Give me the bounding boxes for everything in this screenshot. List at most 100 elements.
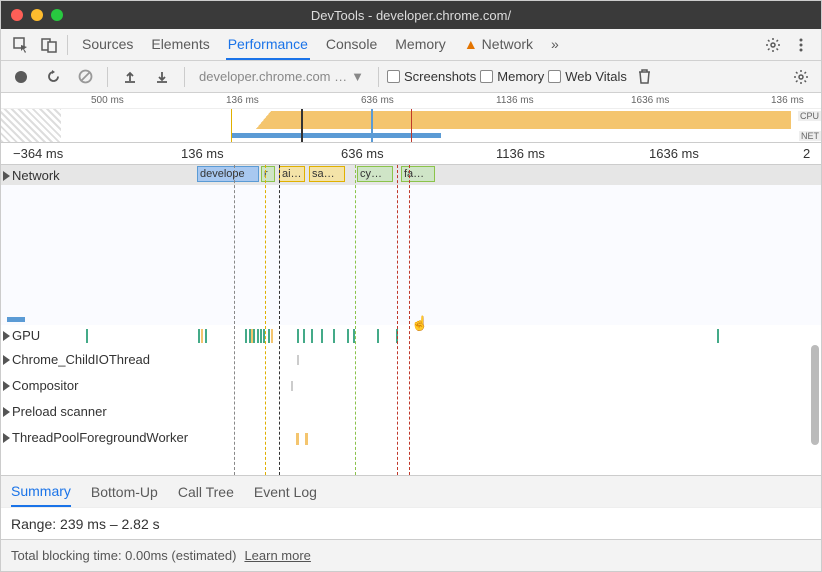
memory-checkbox[interactable]: Memory (480, 69, 544, 84)
warning-icon: ▲ (464, 36, 478, 52)
ruler-tick: 136 ms (181, 146, 224, 161)
gpu-tick (333, 329, 335, 343)
clear-button[interactable] (71, 63, 99, 91)
capture-settings-gear-icon[interactable] (787, 63, 815, 91)
overview-pre-record (1, 109, 61, 142)
record-button[interactable] (7, 63, 35, 91)
gpu-tick (86, 329, 88, 343)
reload-record-button[interactable] (39, 63, 67, 91)
network-request-segment[interactable]: fa… (401, 166, 435, 182)
overview-tick: 136 ms (771, 95, 804, 106)
range-summary: Range: 239 ms – 2.82 s (1, 507, 821, 539)
window-titlebar: DevTools - developer.chrome.com/ (1, 1, 821, 29)
network-request-segment[interactable]: sa… (309, 166, 345, 182)
call-tree-tab[interactable]: Call Tree (178, 478, 234, 506)
gc-trash-icon[interactable] (631, 63, 659, 91)
flame-ruler[interactable]: −364 ms 136 ms 636 ms 1136 ms 1636 ms 2 (1, 143, 821, 165)
details-tabbar: Summary Bottom-Up Call Tree Event Log (1, 475, 821, 507)
settings-gear-icon[interactable] (759, 31, 787, 59)
tab-performance[interactable]: Performance (226, 30, 310, 60)
vertical-scrollbar[interactable] (811, 345, 819, 445)
divider (67, 35, 68, 55)
cpu-label: CPU (798, 111, 821, 121)
network-request-segment[interactable]: cy… (357, 166, 393, 182)
gpu-tick (717, 329, 719, 343)
tab-memory[interactable]: Memory (393, 30, 448, 59)
range-text: Range: 239 ms – 2.82 s (11, 516, 160, 532)
overview-tick: 136 ms (226, 95, 259, 106)
ruler-tick: 1636 ms (649, 146, 699, 161)
threadpool-row[interactable]: ThreadPoolForegroundWorker (1, 427, 821, 453)
network-request-segment[interactable]: develope (197, 166, 259, 182)
network-row[interactable]: Network developerai…sa… cy… fa… (1, 165, 821, 185)
summary-tab[interactable]: Summary (11, 477, 71, 507)
checkbox-icon (548, 70, 561, 83)
overview-tick: 1136 ms (496, 95, 534, 106)
timeline-marker-line (279, 165, 280, 475)
disclosure-triangle-icon[interactable] (3, 331, 10, 341)
gpu-tick (321, 329, 323, 343)
disclosure-triangle-icon[interactable] (3, 407, 10, 417)
profile-selector[interactable]: developer.chrome.com … ▼ (193, 67, 370, 86)
compositor-row[interactable]: Compositor (1, 375, 821, 401)
preload-scanner-row[interactable]: Preload scanner (1, 401, 821, 427)
screenshots-checkbox[interactable]: Screenshots (387, 69, 476, 84)
network-track[interactable]: developerai…sa… cy… fa… (1, 165, 821, 185)
row-header[interactable]: Chrome_ChildIOThread (3, 352, 150, 367)
row-label: GPU (12, 328, 40, 343)
upload-profile-icon[interactable] (116, 63, 144, 91)
disclosure-triangle-icon[interactable] (3, 355, 10, 365)
gpu-tick (268, 329, 270, 343)
row-label: Chrome_ChildIOThread (12, 352, 150, 367)
overview-tick: 500 ms (91, 95, 124, 106)
timeline-marker-line (355, 165, 356, 475)
row-label: Network (12, 168, 60, 183)
more-tabs-icon[interactable]: » (549, 30, 561, 59)
disclosure-triangle-icon[interactable] (3, 171, 10, 181)
device-toolbar-icon[interactable] (35, 31, 63, 59)
network-request-segment[interactable]: r (261, 166, 275, 182)
gpu-tick (198, 329, 200, 343)
tab-console[interactable]: Console (324, 30, 379, 59)
bottom-up-tab[interactable]: Bottom-Up (91, 478, 158, 506)
inspect-element-icon[interactable] (7, 31, 35, 59)
gpu-tick (297, 329, 299, 343)
flame-chart[interactable]: Network developerai…sa… cy… fa… GPU Chrome… (1, 165, 821, 475)
child-io-row[interactable]: Chrome_ChildIOThread (1, 349, 821, 375)
track-marker (7, 317, 25, 322)
tbt-text: Total blocking time: 0.00ms (estimated) (11, 548, 236, 563)
network-request-segment[interactable]: ai… (279, 166, 305, 182)
net-label: NET (799, 131, 821, 141)
gpu-tick (347, 329, 349, 343)
gpu-tick (271, 329, 273, 343)
task-tick (291, 381, 293, 391)
kebab-menu-icon[interactable] (787, 31, 815, 59)
event-log-tab[interactable]: Event Log (254, 478, 317, 506)
learn-more-link[interactable]: Learn more (244, 548, 310, 563)
row-label: Preload scanner (12, 404, 107, 419)
web-vitals-checkbox[interactable]: Web Vitals (548, 69, 627, 84)
tab-sources[interactable]: Sources (80, 30, 135, 59)
row-header[interactable]: Preload scanner (3, 404, 107, 419)
row-header[interactable]: Compositor (3, 378, 78, 393)
row-header[interactable]: Network (3, 168, 60, 183)
task-tick (297, 355, 299, 365)
overview-ruler: 500 ms 136 ms 636 ms 1136 ms 1636 ms 136… (1, 93, 821, 109)
tab-network[interactable]: ▲Network (462, 30, 535, 59)
timeline-overview[interactable]: 500 ms 136 ms 636 ms 1136 ms 1636 ms 136… (1, 93, 821, 143)
tbt-footer: Total blocking time: 0.00ms (estimated) … (1, 539, 821, 571)
timeline-marker-line (409, 165, 410, 475)
download-profile-icon[interactable] (148, 63, 176, 91)
disclosure-triangle-icon[interactable] (3, 433, 10, 443)
overview-tick: 1636 ms (631, 95, 669, 106)
ruler-tick: 2 (803, 146, 810, 161)
tab-elements[interactable]: Elements (149, 30, 211, 59)
gpu-tick (205, 329, 207, 343)
row-header[interactable]: GPU (3, 328, 40, 343)
tab-network-label: Network (482, 36, 533, 52)
disclosure-triangle-icon[interactable] (3, 381, 10, 391)
task-tick (305, 433, 308, 445)
checkbox-label: Web Vitals (565, 69, 627, 84)
row-header[interactable]: ThreadPoolForegroundWorker (3, 430, 188, 445)
window-title: DevTools - developer.chrome.com/ (1, 8, 821, 23)
